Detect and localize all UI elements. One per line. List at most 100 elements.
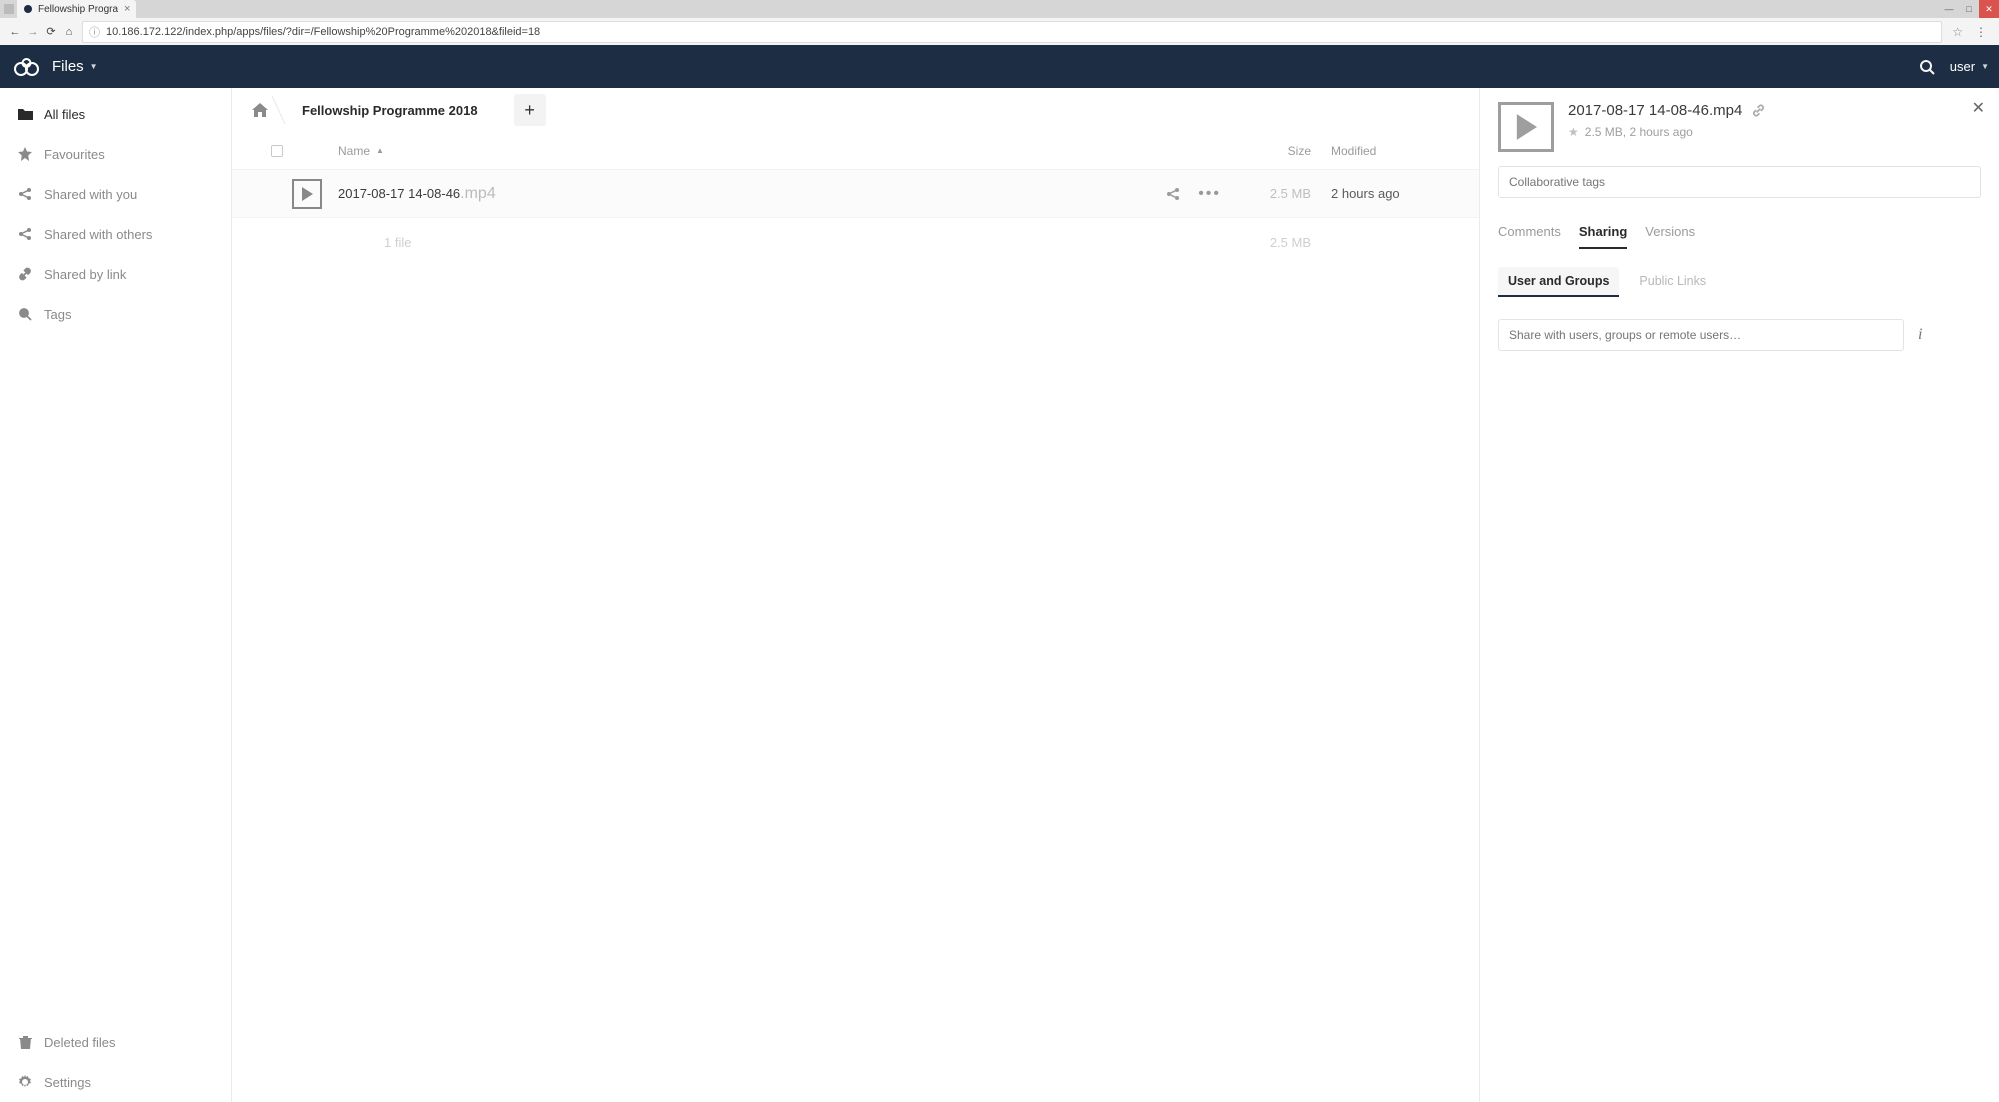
sidebar-item-label: Shared with you	[44, 187, 137, 202]
window-maximize-button[interactable]: □	[1959, 0, 1979, 18]
sidebar-item-tags[interactable]: Tags	[0, 294, 231, 334]
link-icon	[14, 267, 36, 281]
column-header-label: Modified	[1331, 144, 1376, 158]
summary-count: 1 file	[384, 235, 411, 250]
sidebar-item-shared-by-link[interactable]: Shared by link	[0, 254, 231, 294]
sidebar-item-label: Favourites	[44, 147, 105, 162]
tab-favicon	[23, 4, 33, 14]
window-minimize-button[interactable]: —	[1939, 0, 1959, 18]
tab-sharing[interactable]: Sharing	[1579, 224, 1627, 249]
sidebar-item-label: Shared by link	[44, 267, 126, 282]
collaborative-tags-input[interactable]	[1498, 166, 1981, 198]
file-table-header: Name ▲ Size Modified	[232, 132, 1479, 170]
close-panel-button[interactable]: ✕	[1972, 98, 1985, 118]
select-all-checkbox[interactable]	[271, 145, 283, 157]
browser-forward-button[interactable]: →	[24, 26, 42, 38]
sidebar: All files Favourites Shared with you Sha…	[0, 88, 232, 1102]
tab-versions[interactable]: Versions	[1645, 224, 1695, 249]
user-name: user	[1950, 59, 1975, 74]
sidebar-item-shared-with-others[interactable]: Shared with others	[0, 214, 231, 254]
column-header-size[interactable]: Size	[1221, 144, 1331, 158]
subtab-public-links[interactable]: Public Links	[1629, 267, 1716, 297]
column-header-modified[interactable]: Modified	[1331, 144, 1461, 158]
browser-tab-bar: Fellowship Progra × — □ ✕	[0, 0, 1999, 18]
folder-icon	[14, 108, 36, 120]
details-filename: 2017-08-17 14-08-46.mp4	[1568, 102, 1742, 119]
sidebar-item-label: Deleted files	[44, 1035, 116, 1050]
browser-url: 10.186.172.122/index.php/apps/files/?dir…	[106, 26, 540, 38]
file-modified: 2 hours ago	[1331, 186, 1461, 201]
app-name: Files	[52, 58, 84, 75]
breadcrumb-item[interactable]: Fellowship Programme 2018	[278, 88, 496, 132]
search-button[interactable]	[1912, 52, 1942, 82]
browser-back-button[interactable]: ←	[6, 26, 24, 38]
tab-close-icon[interactable]: ×	[124, 3, 130, 15]
file-size: 2.5 MB	[1221, 186, 1331, 201]
details-panel: ✕ 2017-08-17 14-08-46.mp4 ★ 2.5 MB, 2 ho…	[1479, 88, 1999, 1102]
browser-menu-button[interactable]: ⋮	[1975, 25, 1987, 39]
share-icon	[14, 187, 36, 201]
user-menu[interactable]: user ▼	[1950, 59, 1989, 74]
window-close-button[interactable]: ✕	[1979, 0, 1999, 18]
sidebar-nav: All files Favourites Shared with you Sha…	[0, 94, 231, 1022]
tab-label: Versions	[1645, 224, 1695, 239]
browser-generic-icon	[0, 0, 17, 18]
permalink-icon[interactable]	[1752, 104, 1765, 117]
sidebar-item-deleted-files[interactable]: Deleted files	[0, 1022, 231, 1062]
breadcrumb-home[interactable]	[242, 88, 278, 132]
site-info-icon[interactable]: ⓘ	[89, 24, 100, 40]
tab-label: Comments	[1498, 224, 1561, 239]
tab-label: Sharing	[1579, 224, 1627, 239]
browser-tab-title: Fellowship Progra	[38, 4, 118, 15]
file-ext: .mp4	[460, 185, 496, 203]
file-table-summary: 1 file 2.5 MB	[232, 218, 1479, 266]
sidebar-item-label: Tags	[44, 307, 71, 322]
browser-home-button[interactable]: ⌂	[60, 26, 78, 38]
sidebar-item-label: Shared with others	[44, 227, 152, 242]
sidebar-item-settings[interactable]: Settings	[0, 1062, 231, 1102]
details-tabs: Comments Sharing Versions	[1498, 224, 1981, 249]
sidebar-item-label: Settings	[44, 1075, 91, 1090]
more-actions-icon[interactable]: •••	[1198, 185, 1221, 203]
details-meta: 2.5 MB, 2 hours ago	[1585, 125, 1693, 139]
file-area: Fellowship Programme 2018 + Name ▲ Size	[232, 88, 1479, 1102]
browser-chrome: Fellowship Progra × — □ ✕ ← → ⟳ ⌂ ⓘ 10.1…	[0, 0, 1999, 45]
video-thumb-icon	[292, 179, 322, 209]
app-logo[interactable]	[10, 53, 44, 81]
new-button[interactable]: +	[514, 94, 546, 126]
breadcrumb-bar: Fellowship Programme 2018 +	[232, 88, 1479, 132]
video-thumb-icon	[1498, 102, 1554, 152]
app-header: Files ▼ user ▼	[0, 45, 1999, 88]
sidebar-item-shared-with-you[interactable]: Shared with you	[0, 174, 231, 214]
sidebar-item-favourites[interactable]: Favourites	[0, 134, 231, 174]
browser-address-bar[interactable]: ⓘ 10.186.172.122/index.php/apps/files/?d…	[82, 21, 1942, 43]
sidebar-item-all-files[interactable]: All files	[0, 94, 231, 134]
share-with-input[interactable]	[1498, 319, 1904, 351]
magnifier-icon	[14, 307, 36, 321]
share-icon[interactable]	[1166, 187, 1180, 201]
star-icon	[14, 147, 36, 161]
subtab-label: User and Groups	[1508, 274, 1609, 288]
caret-down-icon: ▼	[90, 62, 98, 71]
tab-comments[interactable]: Comments	[1498, 224, 1561, 249]
subtab-label: Public Links	[1639, 274, 1706, 288]
browser-reload-button[interactable]: ⟳	[42, 25, 60, 38]
column-header-name[interactable]: Name ▲	[338, 144, 1141, 158]
bookmark-star-icon[interactable]: ☆	[1952, 25, 1963, 39]
column-header-label: Name	[338, 144, 370, 158]
column-header-label: Size	[1288, 144, 1311, 158]
info-icon[interactable]: i	[1918, 326, 1922, 344]
summary-size: 2.5 MB	[1221, 235, 1331, 250]
browser-tab[interactable]: Fellowship Progra ×	[17, 0, 136, 18]
trash-icon	[14, 1035, 36, 1049]
window-controls: — □ ✕	[1939, 0, 1999, 18]
sidebar-item-label: All files	[44, 107, 85, 122]
sort-asc-icon: ▲	[376, 146, 384, 155]
browser-toolbar: ← → ⟳ ⌂ ⓘ 10.186.172.122/index.php/apps/…	[0, 18, 1999, 45]
favourite-star-icon[interactable]: ★	[1568, 125, 1579, 139]
file-name: 2017-08-17 14-08-46	[338, 186, 460, 201]
app-switcher[interactable]: Files ▼	[52, 58, 98, 75]
file-row[interactable]: 2017-08-17 14-08-46.mp4 ••• 2.5 MB 2 hou…	[232, 170, 1479, 218]
plus-icon: +	[524, 100, 535, 121]
subtab-user-groups[interactable]: User and Groups	[1498, 267, 1619, 297]
